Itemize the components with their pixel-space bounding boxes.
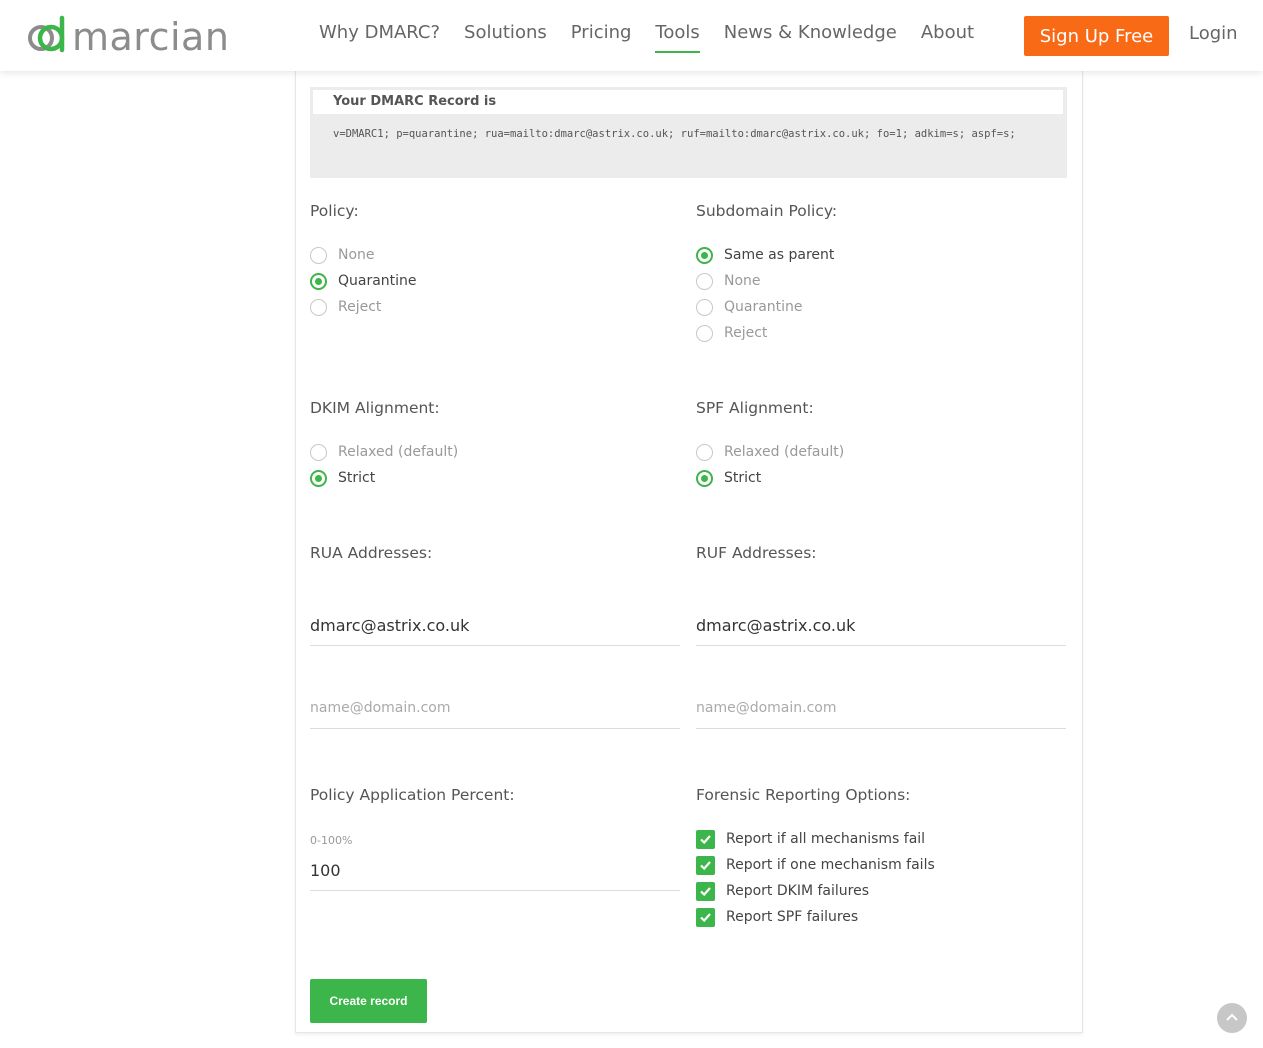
- radio-quarantine[interactable]: [310, 272, 327, 290]
- forensic-option-spf[interactable]: Report SPF failures: [696, 906, 858, 928]
- percent-hint: 0-100%: [310, 834, 353, 847]
- subdomain-option-reject[interactable]: Reject: [696, 322, 767, 344]
- dmarcian-logo[interactable]: marcian: [27, 14, 273, 58]
- option-label: Relaxed (default): [338, 444, 459, 460]
- radio-strict[interactable]: [310, 469, 327, 487]
- svg-text:marcian: marcian: [72, 15, 229, 58]
- record-value: v=DMARC1; p=quarantine; rua=mailto:dmarc…: [333, 128, 1016, 140]
- rua-address-input-1[interactable]: [310, 605, 680, 646]
- checkbox-checked-icon[interactable]: [696, 881, 715, 901]
- nav-solutions[interactable]: Solutions: [464, 22, 547, 51]
- option-label: Reject: [338, 299, 382, 315]
- nav-pricing[interactable]: Pricing: [571, 22, 632, 51]
- nav-tools[interactable]: Tools: [655, 22, 701, 53]
- checkbox-checked-icon[interactable]: [696, 829, 715, 849]
- dmarc-record-box: Your DMARC Record is v=DMARC1; p=quarant…: [310, 87, 1067, 178]
- spf-alignment-title: SPF Alignment:: [696, 399, 814, 417]
- rua-addresses-title: RUA Addresses:: [310, 544, 433, 562]
- option-label: Quarantine: [338, 273, 417, 289]
- chevron-up-icon: [1226, 1013, 1238, 1021]
- radio-relaxed[interactable]: [696, 443, 713, 461]
- policy-option-quarantine[interactable]: Quarantine: [310, 270, 417, 292]
- radio-same-as-parent[interactable]: [696, 246, 713, 264]
- ruf-address-input-1[interactable]: [696, 605, 1066, 646]
- option-label: Strict: [724, 470, 762, 486]
- option-label: None: [338, 247, 375, 263]
- subdomain-policy-title: Subdomain Policy:: [696, 202, 838, 220]
- option-label: Relaxed (default): [724, 444, 845, 460]
- policy-percent-title: Policy Application Percent:: [310, 786, 515, 804]
- option-label: None: [724, 273, 761, 289]
- option-label: Quarantine: [724, 299, 803, 315]
- radio-none[interactable]: [696, 272, 713, 290]
- policy-option-reject[interactable]: Reject: [310, 296, 381, 318]
- subdomain-option-none[interactable]: None: [696, 270, 761, 292]
- site-header: marcian Why DMARC? Solutions Pricing Too…: [0, 0, 1263, 71]
- ruf-addresses-title: RUF Addresses:: [696, 544, 817, 562]
- radio-reject[interactable]: [696, 324, 713, 342]
- spf-option-strict[interactable]: Strict: [696, 467, 761, 489]
- forensic-option-one-fail[interactable]: Report if one mechanism fails: [696, 854, 935, 876]
- option-label: Report if all mechanisms fail: [726, 831, 926, 847]
- policy-option-none[interactable]: None: [310, 244, 375, 266]
- sign-up-button[interactable]: Sign Up Free: [1024, 16, 1169, 56]
- option-label: Report DKIM failures: [726, 883, 869, 899]
- option-label: Strict: [338, 470, 376, 486]
- record-title: Your DMARC Record is: [313, 90, 1063, 114]
- checkbox-checked-icon[interactable]: [696, 907, 715, 927]
- dkim-option-strict[interactable]: Strict: [310, 467, 375, 489]
- policy-percent-input[interactable]: [310, 850, 680, 891]
- option-label: Same as parent: [724, 247, 835, 263]
- radio-relaxed[interactable]: [310, 443, 327, 461]
- forensic-option-dkim[interactable]: Report DKIM failures: [696, 880, 869, 902]
- option-label: Report if one mechanism fails: [726, 857, 935, 873]
- scroll-to-top-button[interactable]: [1217, 1003, 1247, 1033]
- forensic-option-all-fail[interactable]: Report if all mechanisms fail: [696, 828, 925, 850]
- radio-none[interactable]: [310, 246, 327, 264]
- checkbox-checked-icon[interactable]: [696, 855, 715, 875]
- dkim-option-relaxed[interactable]: Relaxed (default): [310, 441, 458, 463]
- main-nav: Why DMARC? Solutions Pricing Tools News …: [319, 22, 998, 53]
- rua-address-input-2[interactable]: [310, 688, 680, 729]
- radio-quarantine[interactable]: [696, 298, 713, 316]
- spf-option-relaxed[interactable]: Relaxed (default): [696, 441, 844, 463]
- nav-about[interactable]: About: [921, 22, 974, 51]
- nav-news-knowledge[interactable]: News & Knowledge: [724, 22, 897, 51]
- forensic-options-title: Forensic Reporting Options:: [696, 786, 911, 804]
- login-link[interactable]: Login: [1189, 23, 1238, 44]
- create-record-button[interactable]: Create record: [310, 979, 427, 1023]
- subdomain-option-same[interactable]: Same as parent: [696, 244, 834, 266]
- option-label: Report SPF failures: [726, 909, 859, 925]
- radio-strict[interactable]: [696, 469, 713, 487]
- nav-why-dmarc[interactable]: Why DMARC?: [319, 22, 440, 51]
- subdomain-option-quarantine[interactable]: Quarantine: [696, 296, 803, 318]
- radio-reject[interactable]: [310, 298, 327, 316]
- policy-title: Policy:: [310, 202, 359, 220]
- ruf-address-input-2[interactable]: [696, 688, 1066, 729]
- option-label: Reject: [724, 325, 768, 341]
- dkim-alignment-title: DKIM Alignment:: [310, 399, 440, 417]
